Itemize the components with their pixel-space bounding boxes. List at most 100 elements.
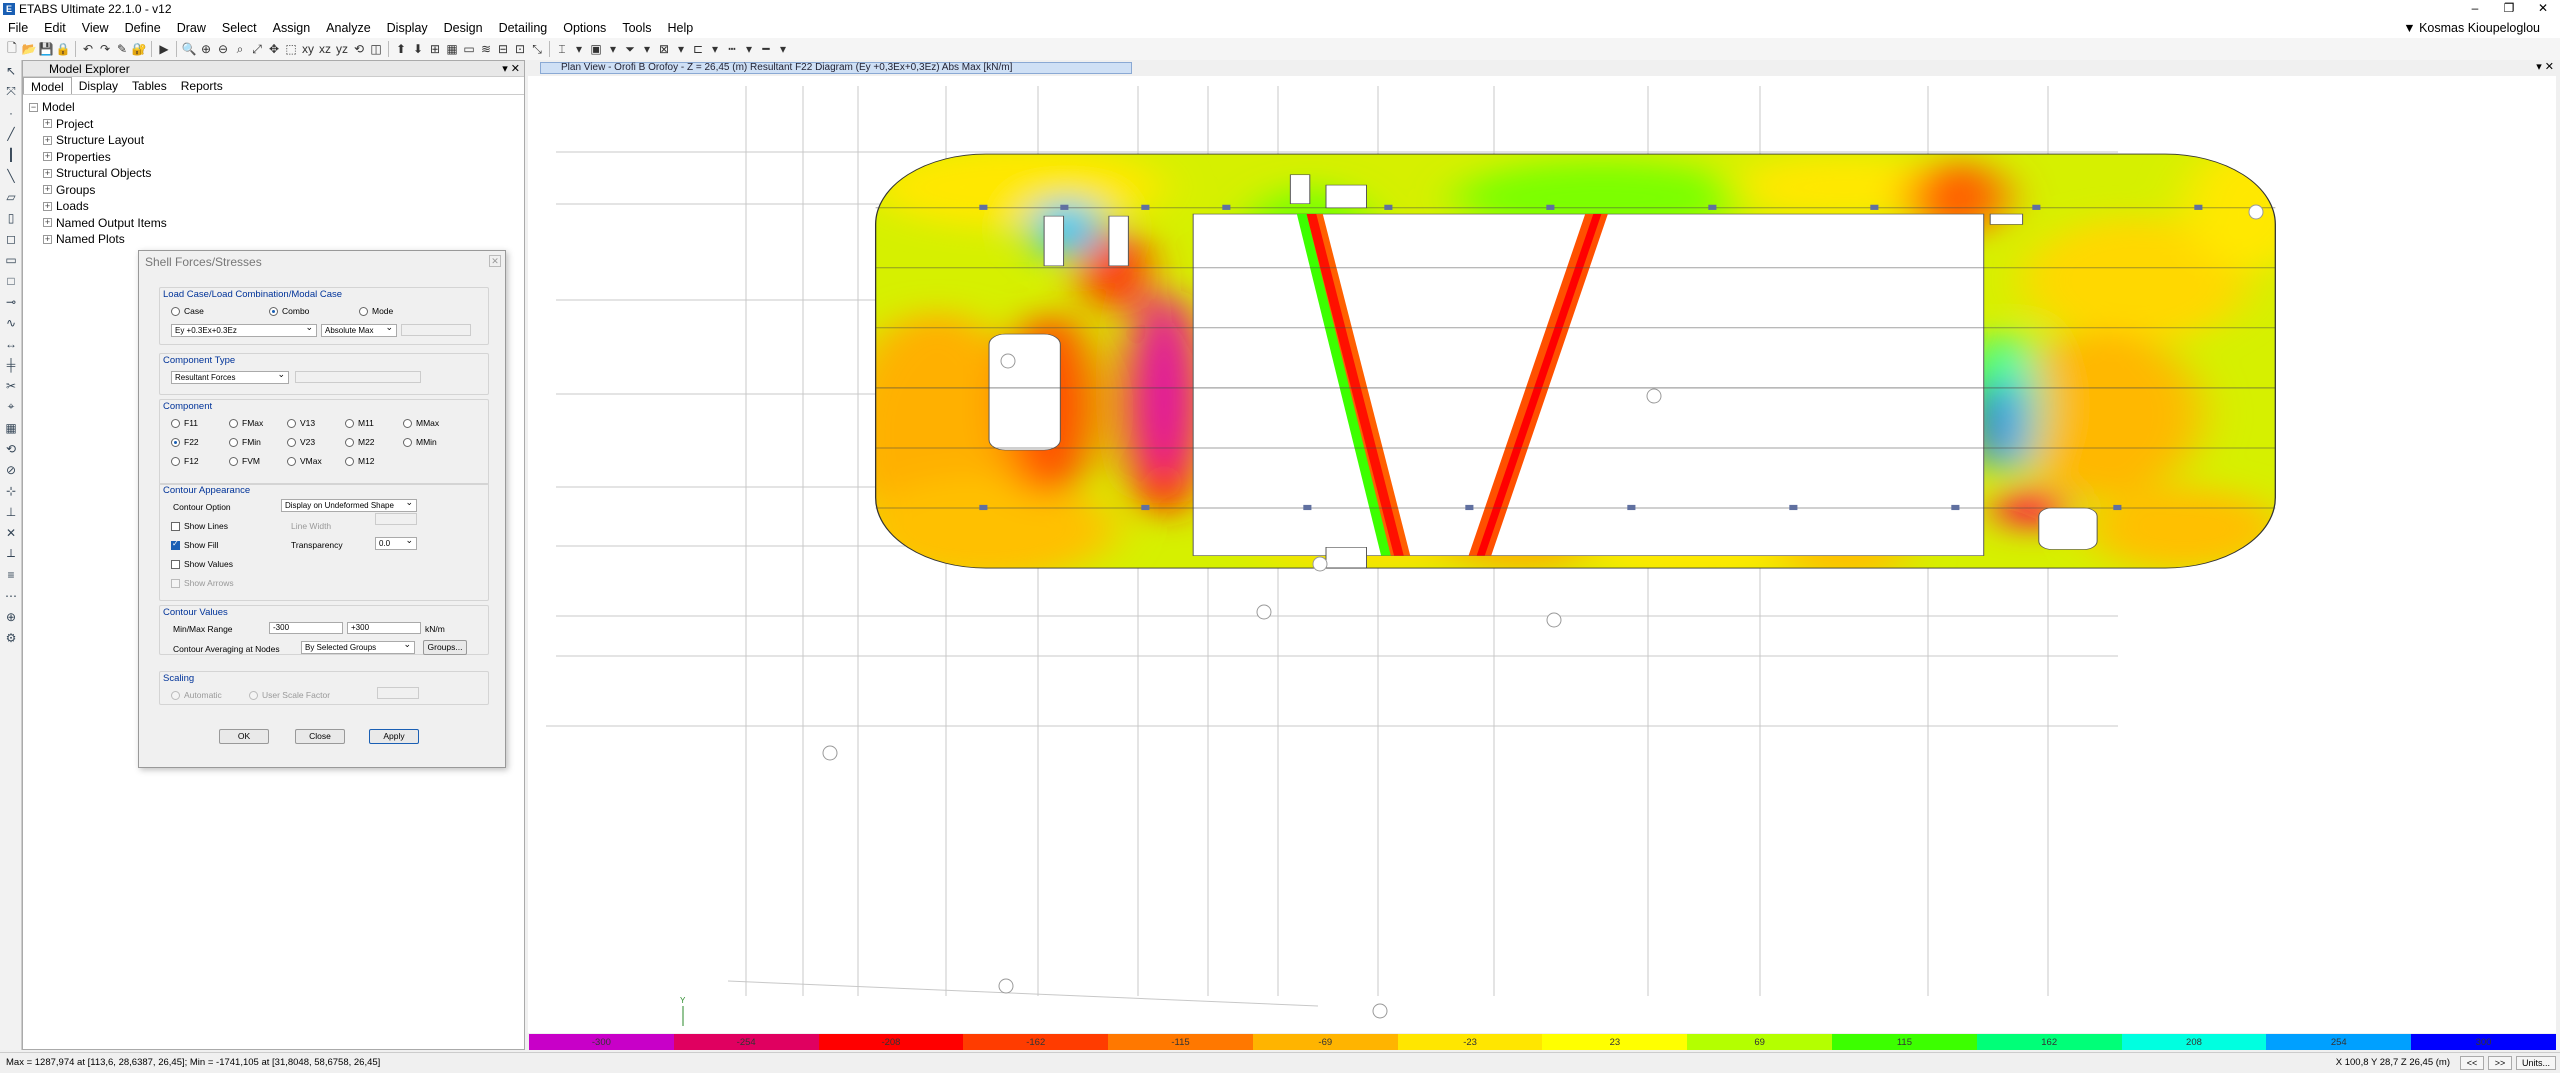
combo-select[interactable]: Ey +0.3Ex+0.3Ez [171,322,317,337]
menu-define[interactable]: Define [117,18,169,38]
show-undeformed-icon[interactable]: ▭ [461,41,477,57]
snap-perpendicular-icon[interactable]: ⟂ [0,543,22,564]
filter-icon[interactable]: ⏷ [622,41,638,57]
close-window-button[interactable]: ✕ [2526,0,2560,18]
tab-display[interactable]: Display [72,77,125,94]
zoom-window-icon[interactable]: 🔍 [181,41,197,57]
draw-grid-icon[interactable]: ╪ [0,354,22,375]
menu-display[interactable]: Display [379,18,436,38]
draw-brace-icon[interactable]: ╲ [0,165,22,186]
run-analysis-icon[interactable]: ▶ [156,41,172,57]
user-account[interactable]: ▼ Kosmas Kioupeloglou [2403,18,2540,38]
tab-tables[interactable]: Tables [125,77,174,94]
menu-design[interactable]: Design [436,18,491,38]
perspective-icon[interactable]: ◫ [368,41,384,57]
show-fill-checkbox[interactable]: Show Fill [171,539,218,550]
draw-reference-point-icon[interactable]: ⌖ [0,396,22,417]
radio-m22[interactable]: M22 [345,437,375,447]
draw-dimension-icon[interactable]: ↔ [0,333,22,354]
groups-button[interactable]: Groups... [423,640,467,655]
menu-help[interactable]: Help [660,18,702,38]
radio-automatic[interactable]: Automatic [171,690,222,700]
zoom-out-icon[interactable]: ⊖ [215,41,231,57]
dropdown-icon[interactable]: ▾ [571,41,587,57]
radio-case[interactable]: Case [171,306,204,316]
averaging-select[interactable]: By Selected Groups [301,639,415,654]
max-value-input[interactable]: +300 [347,622,421,634]
envelope-select[interactable]: Absolute Max [321,322,397,337]
radio-mmax[interactable]: MMax [403,418,439,428]
expand-icon[interactable]: + [43,152,52,162]
menu-assign[interactable]: Assign [265,18,319,38]
draw-floor-icon[interactable]: ▱ [0,186,22,207]
select-all-icon[interactable]: ▦ [0,417,22,438]
radio-combo[interactable]: Combo [269,306,309,316]
tab-model[interactable]: Model [23,77,72,94]
dashed-line-icon[interactable]: ┅ [724,41,740,57]
section-cut-icon[interactable]: ⊠ [656,41,672,57]
tree-node-structure-layout[interactable]: + Structure Layout [29,132,524,149]
ok-button[interactable]: OK [219,729,269,744]
pan-icon[interactable]: ✥ [266,41,282,57]
tree-node-properties[interactable]: + Properties [29,149,524,166]
units-button[interactable]: Units... [2516,1056,2556,1070]
show-forces-icon[interactable]: ⊟ [495,41,511,57]
radio-m11[interactable]: M11 [345,418,374,428]
pointer-icon[interactable]: ↖ [0,60,22,81]
contour-option-select[interactable]: Display on Undeformed Shape [281,497,417,512]
lock-icon[interactable]: 🔒 [55,41,71,57]
undo-icon[interactable]: ↶ [80,41,96,57]
zoom-previous-icon[interactable]: ⌕ [232,41,248,57]
menu-file[interactable]: File [0,18,36,38]
tree-node-model[interactable]: − Model [29,99,524,116]
story-down-icon[interactable]: ⬇ [410,41,426,57]
expand-icon[interactable]: + [43,185,52,195]
minimize-button[interactable]: – [2458,0,2492,18]
set-display-icon[interactable]: ▦ [444,41,460,57]
dropdown-icon[interactable]: ▾ [639,41,655,57]
radio-vmax[interactable]: VMax [287,456,322,466]
dropdown-icon[interactable]: ▾ [605,41,621,57]
draw-beam-icon[interactable]: ╱ [0,123,22,144]
snap-icon[interactable]: ⌶ [554,41,570,57]
restore-view-icon[interactable]: ⤢ [249,41,265,57]
radio-f22[interactable]: F22 [171,437,199,447]
expand-icon[interactable]: + [43,218,52,228]
apply-button[interactable]: Apply [369,729,419,744]
get-previous-selection-icon[interactable]: ⟲ [0,438,22,459]
expand-icon[interactable]: + [43,201,52,211]
xz-view-icon[interactable]: xz [317,41,333,57]
explorer-header-buttons[interactable]: ▾ ✕ [502,61,520,77]
view-close-icon[interactable]: ▾ ✕ [2536,60,2554,73]
menu-select[interactable]: Select [214,18,265,38]
dropdown-icon[interactable]: ▾ [673,41,689,57]
snap-fine-grid-icon[interactable]: ⋯ [0,585,22,606]
draw-column-icon[interactable]: ┃ [0,144,22,165]
clear-selection-icon[interactable]: ⊘ [0,459,22,480]
radio-fmin[interactable]: FMin [229,437,261,447]
radio-mmin[interactable]: MMin [403,437,437,447]
show-lines-checkbox[interactable]: Show Lines [171,521,228,531]
expand-icon[interactable]: + [43,135,52,145]
min-value-input[interactable]: -300 [269,622,343,634]
tab-reports[interactable]: Reports [174,77,230,94]
menu-detailing[interactable]: Detailing [491,18,556,38]
menu-draw[interactable]: Draw [169,18,214,38]
draw-wall-icon[interactable]: ▯ [0,207,22,228]
3d-view-icon[interactable]: ⬚ [283,41,299,57]
xy-view-icon[interactable]: xy [300,41,316,57]
tree-node-project[interactable]: + Project [29,116,524,133]
radio-fmax[interactable]: FMax [229,418,263,428]
draw-rectangle-icon[interactable]: □ [0,270,22,291]
component-type-select[interactable]: Resultant Forces [171,369,289,384]
snap-lines-icon[interactable]: ≡ [0,564,22,585]
menu-view[interactable]: View [74,18,117,38]
draw-tendon-icon[interactable]: ∿ [0,312,22,333]
snap-options-icon[interactable]: ⚙ [0,627,22,648]
close-button[interactable]: Close [295,729,345,744]
model-view-canvas[interactable]: Y [528,76,2556,1033]
scale-icon[interactable]: ⤡ [529,41,545,57]
radio-m12[interactable]: M12 [345,456,375,466]
collapse-icon[interactable]: − [29,102,38,112]
transparency-select[interactable]: 0.0 [375,535,417,550]
